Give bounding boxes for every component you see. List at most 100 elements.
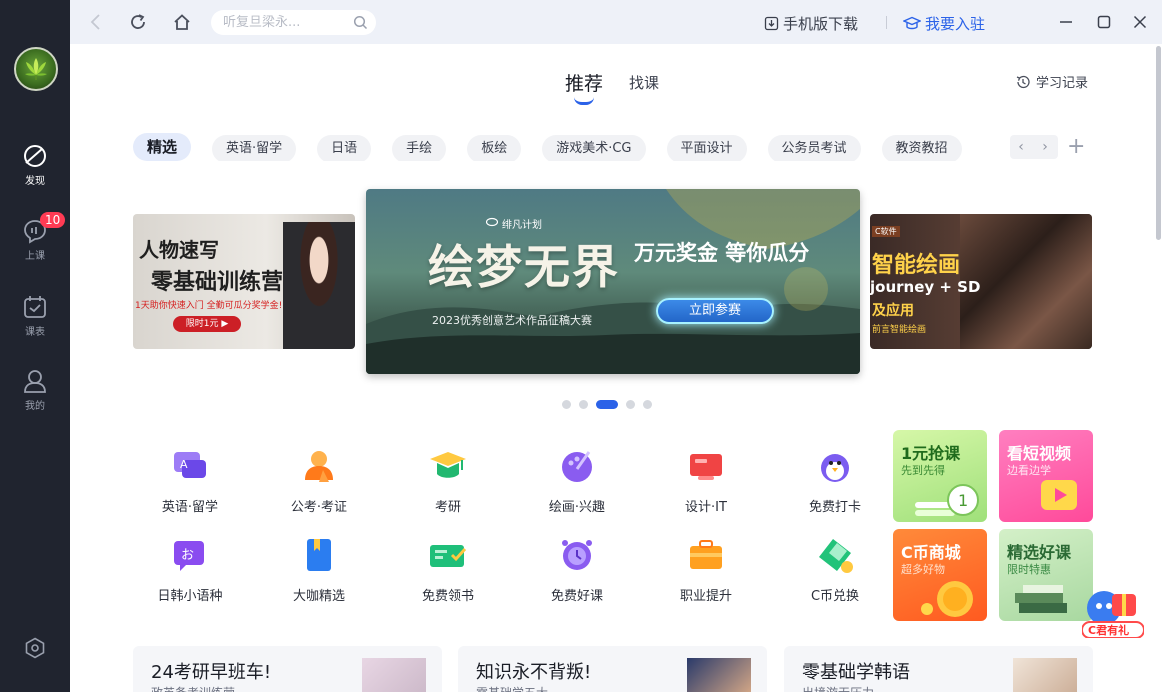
chevron-right-icon[interactable]: › bbox=[1036, 138, 1054, 156]
grid-item-career[interactable]: 职业提升 bbox=[656, 533, 756, 604]
grid-item-label: 公考·考证 bbox=[290, 500, 348, 515]
chip-game-art[interactable]: 游戏美术·CG bbox=[542, 135, 646, 161]
search-input[interactable] bbox=[223, 14, 351, 31]
carousel-dot[interactable] bbox=[579, 400, 588, 409]
book-stack-icon bbox=[1015, 585, 1067, 613]
grid-item-label: C币兑换 bbox=[810, 589, 860, 604]
sidebar-item-mine[interactable]: 我的 bbox=[0, 368, 70, 412]
japanese-chat-icon: お bbox=[174, 541, 204, 571]
graduation-cap-icon bbox=[903, 16, 921, 30]
grid-item-free-book[interactable]: 免费领书 bbox=[398, 533, 498, 604]
carousel-dot[interactable] bbox=[626, 400, 635, 409]
banner-main-subtitle: 2023优秀创意艺术作品征稿大赛 bbox=[432, 314, 592, 327]
search-box[interactable] bbox=[211, 10, 376, 35]
home-icon[interactable] bbox=[173, 13, 191, 31]
divider bbox=[886, 16, 887, 29]
grid-item-english[interactable]: A 英语·留学 bbox=[140, 444, 240, 515]
grid-item-civil-exam[interactable]: 公考·考证 bbox=[269, 444, 369, 515]
course-card-image bbox=[687, 658, 751, 692]
grid-item-postgrad[interactable]: 考研 bbox=[398, 444, 498, 515]
svg-text:A: A bbox=[180, 458, 188, 471]
category-chips: 精选 英语·留学 日语 手绘 板绘 游戏美术·CG 平面设计 公务员考试 教资教招 bbox=[133, 133, 1003, 161]
study-history-link[interactable]: 学习记录 bbox=[1015, 72, 1088, 91]
chip-teacher-exam[interactable]: 教资教招 bbox=[881, 135, 962, 161]
refresh-icon[interactable] bbox=[129, 13, 147, 31]
course-card-sub: 出境游无压力 bbox=[802, 684, 874, 692]
grid-item-master-picks[interactable]: 大咖精选 bbox=[269, 533, 369, 604]
promo-title: 精选好课 bbox=[1007, 543, 1072, 562]
ticket-check-icon bbox=[430, 545, 467, 567]
avatar[interactable] bbox=[14, 47, 58, 91]
join-contest-button[interactable]: 立即参赛 bbox=[656, 298, 774, 324]
grid-item-label: 职业提升 bbox=[679, 589, 732, 604]
language-chat-icon: A bbox=[174, 452, 206, 478]
chip-civil-service[interactable]: 公务员考试 bbox=[767, 135, 861, 161]
calendar-icon bbox=[24, 296, 46, 318]
chip-digital-painting[interactable]: 板绘 bbox=[467, 135, 522, 161]
scrollbar-thumb[interactable] bbox=[1156, 46, 1161, 240]
mobile-download-link[interactable]: 手机版下载 bbox=[764, 13, 858, 34]
banner-main[interactable]: 绯凡计划 绘梦无界 万元奖金 等你瓜分 立即参赛 2023优秀创意艺术作品征稿大… bbox=[366, 189, 860, 374]
promo-coin-mall[interactable]: C币商城 超多好物 bbox=[893, 529, 987, 621]
unread-badge: 10 bbox=[40, 212, 66, 228]
tab-recommend[interactable]: 推荐 bbox=[565, 69, 603, 105]
banner-right-line2: journey + SD bbox=[870, 278, 981, 296]
banner-right-title: 智能绘画 bbox=[872, 253, 961, 278]
tab-find-course[interactable]: 找课 bbox=[629, 72, 659, 93]
add-category-icon[interactable]: + bbox=[1067, 134, 1085, 159]
banner-right[interactable]: C软件 智能绘画 journey + SD 及应用 前言智能绘画 bbox=[870, 214, 1092, 349]
course-card-sub: 政英备考训练营 bbox=[151, 684, 235, 692]
join-link[interactable]: 我要入驻 bbox=[903, 13, 985, 34]
grid-item-drawing[interactable]: 绘画·兴趣 bbox=[527, 444, 627, 515]
promo-one-yuan[interactable]: 1元抢课 先到先得 1 bbox=[893, 430, 987, 522]
carousel-dot[interactable] bbox=[643, 400, 652, 409]
svg-text:1: 1 bbox=[958, 491, 968, 510]
sidebar-item-discover[interactable]: 发现 bbox=[0, 143, 70, 187]
coin-ticket-icon bbox=[819, 539, 853, 573]
grid-item-label: 绘画·兴趣 bbox=[548, 500, 606, 515]
course-card[interactable]: 零基础学韩语 出境游无压力 bbox=[784, 646, 1093, 692]
user-icon bbox=[24, 370, 46, 393]
grid-item-label: 日韩小语种 bbox=[157, 589, 223, 604]
search-icon[interactable] bbox=[353, 15, 368, 30]
grid-item-label: 英语·留学 bbox=[161, 500, 219, 515]
sidebar-item-label: 课表 bbox=[25, 327, 45, 338]
gift-mascot-icon[interactable]: C君有礼 bbox=[1082, 586, 1144, 638]
close-icon[interactable] bbox=[1132, 14, 1148, 30]
graduation-cap-icon bbox=[430, 452, 466, 478]
chip-featured[interactable]: 精选 bbox=[133, 133, 192, 161]
banner-left-button[interactable]: 限时1元 ▶ bbox=[173, 316, 241, 332]
plan-logo-icon bbox=[486, 217, 498, 227]
grid-item-design-it[interactable]: 设计·IT bbox=[656, 444, 756, 515]
back-arrow-icon[interactable] bbox=[87, 13, 105, 31]
promo-short-video[interactable]: 看短视频 边看边学 bbox=[999, 430, 1093, 522]
chip-graphic-design[interactable]: 平面设计 bbox=[666, 135, 747, 161]
chevron-left-icon[interactable]: ‹ bbox=[1012, 138, 1030, 156]
carousel-dot-active[interactable] bbox=[596, 400, 618, 409]
mobile-download-label: 手机版下载 bbox=[783, 15, 859, 33]
course-card[interactable]: 24考研早班车! 政英备考训练营 bbox=[133, 646, 442, 692]
chip-japanese[interactable]: 日语 bbox=[317, 135, 372, 161]
grid-item-label: 免费好课 bbox=[550, 589, 603, 604]
minimize-icon[interactable] bbox=[1058, 14, 1074, 30]
grid-item-coin-exchange[interactable]: C币兑换 bbox=[785, 533, 885, 604]
course-card-image bbox=[1013, 658, 1077, 692]
grid-item-free-checkin[interactable]: 免费打卡 bbox=[785, 444, 885, 515]
maximize-icon[interactable] bbox=[1096, 14, 1112, 30]
carousel-dot[interactable] bbox=[562, 400, 571, 409]
banner-left-title: 人物速写 bbox=[139, 238, 219, 262]
sidebar-item-class[interactable]: 10 上课 bbox=[0, 212, 70, 262]
penguin-icon bbox=[821, 454, 849, 482]
grid-item-free-course[interactable]: 免费好课 bbox=[527, 533, 627, 604]
sidebar-item-schedule[interactable]: 课表 bbox=[0, 294, 70, 338]
compass-icon bbox=[24, 145, 46, 167]
grid-item-jp-kr[interactable]: お 日韩小语种 bbox=[140, 533, 240, 604]
promo-selected-course[interactable]: 精选好课 限时特惠 bbox=[999, 529, 1093, 621]
settings-hexagon-icon[interactable] bbox=[24, 637, 46, 659]
banner-left[interactable]: 人物速写 零基础训练营 1天助你快速入门 全勤可瓜分奖学金! 限时1元 ▶ bbox=[133, 214, 355, 349]
course-card[interactable]: 知识永不背叛! 零基础学五大... bbox=[458, 646, 767, 692]
join-label: 我要入驻 bbox=[925, 15, 986, 33]
chip-hand-drawing[interactable]: 手绘 bbox=[392, 135, 447, 161]
sidebar-item-label: 发现 bbox=[25, 176, 45, 187]
chip-english[interactable]: 英语·留学 bbox=[212, 135, 297, 161]
